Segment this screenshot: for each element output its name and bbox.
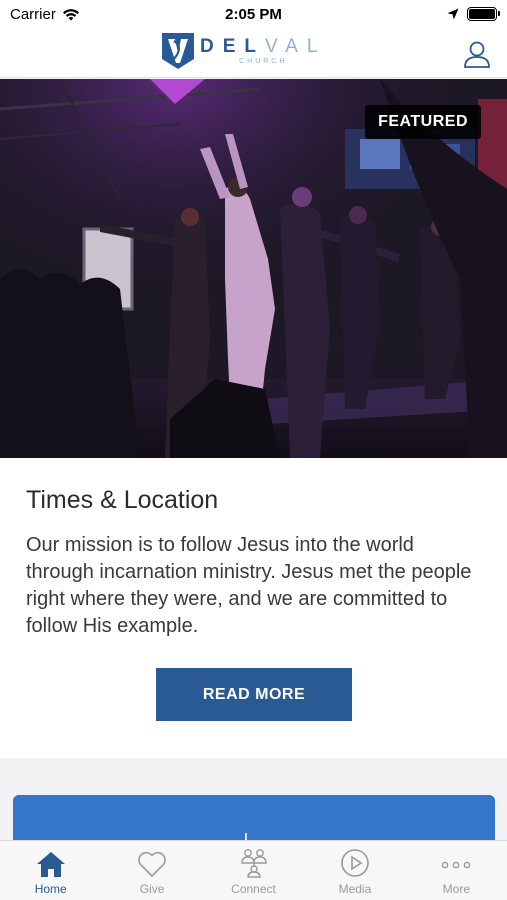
tab-give[interactable]: Give: [101, 841, 202, 900]
tab-home[interactable]: Home: [0, 841, 101, 900]
featured-badge: FEATURED: [365, 105, 481, 139]
delval-logo[interactable]: DELVAL CHURCH: [162, 33, 327, 69]
read-more-button[interactable]: READ MORE: [156, 668, 352, 721]
card-title: Times & Location: [26, 486, 219, 514]
status-bar: Carrier 2:05 PM: [0, 0, 507, 28]
heart-icon: [138, 851, 166, 878]
card-body: Our mission is to follow Jesus into the …: [26, 534, 472, 637]
status-right: [447, 7, 500, 21]
tab-media[interactable]: Media: [304, 841, 405, 900]
logo-word-thin: VAL: [265, 36, 327, 57]
battery-icon: [467, 7, 500, 21]
profile-icon[interactable]: [463, 40, 491, 68]
play-icon: [341, 849, 369, 877]
logo-mark: [162, 33, 194, 69]
wifi-icon: [62, 8, 79, 20]
logo-wordmark: DELVAL: [200, 36, 327, 58]
people-icon: [240, 849, 267, 878]
tab-connect[interactable]: Connect: [203, 841, 304, 900]
location-arrow-icon: [447, 8, 459, 20]
home-icon: [36, 852, 65, 877]
tab-connect-label: Connect: [231, 882, 276, 896]
logo-text: DELVAL CHURCH: [200, 36, 327, 66]
tab-give-label: Give: [139, 882, 165, 896]
more-icon: [442, 861, 471, 869]
tab-more[interactable]: More: [406, 841, 507, 900]
tab-bar: Home Give Connect Media More: [0, 840, 507, 900]
tab-more-label: More: [442, 882, 470, 896]
status-left: Carrier: [10, 6, 80, 23]
times-location-card: Times & Location Our mission is to follo…: [0, 458, 507, 758]
featured-hero-image[interactable]: FEATURED: [0, 79, 507, 458]
nav-bar: DELVAL CHURCH: [0, 28, 507, 78]
tab-home-label: Home: [34, 882, 67, 896]
carrier-label: Carrier: [10, 5, 56, 23]
logo-word-bold: DEL: [200, 36, 265, 57]
logo-subtitle: CHURCH: [239, 58, 288, 65]
tab-media-label: Media: [338, 882, 372, 896]
